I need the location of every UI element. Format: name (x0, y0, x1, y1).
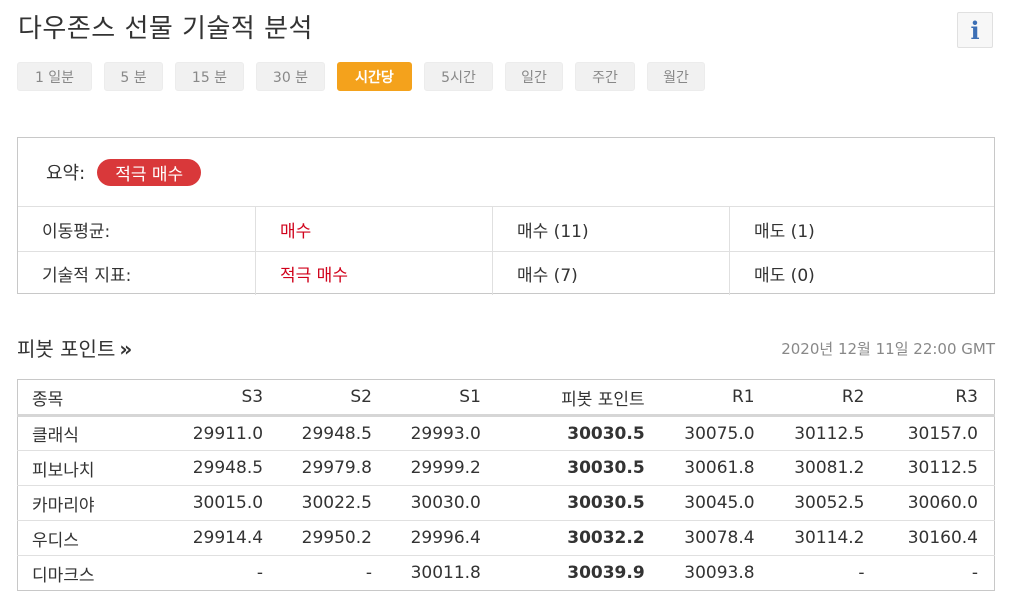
cell-s3: 29911.0 (165, 415, 280, 451)
cell-r1: 30093.8 (684, 563, 755, 583)
cell-s1: 30011.8 (410, 563, 481, 583)
table-row: 피보나치 29948.5 29979.8 29999.2 30030.5 300… (17, 450, 995, 486)
summary-box: 요약: 적극 매수 이동평균: 매수 매수 (11) 매도 (1) 기술적 지표… (17, 137, 995, 295)
summary-row-sell-count: 매도 (0) (729, 252, 994, 295)
col-header-s1: S1 (387, 379, 497, 417)
table-row: 카마리야 30015.0 30022.5 30030.0 30030.5 300… (17, 485, 995, 521)
cell-s2: - (365, 563, 372, 583)
tab-15-min[interactable]: 15 분 (175, 62, 244, 91)
cell-s1: 30030.0 (387, 485, 497, 521)
col-header-r3: R3 (880, 379, 995, 417)
pivot-points-title: 피봇 포인트 (17, 337, 116, 361)
col-header-r1: R1 (660, 379, 771, 417)
summary-row-signal: 매수 (255, 207, 492, 251)
page-title: 다우존스 선물 기술적 분석 (18, 14, 313, 44)
pivot-table: 종목 S3 S2 S1 피봇 포인트 R1 R2 R3 클래식 29911.0 … (17, 379, 995, 591)
cell-s2: 29948.5 (279, 415, 388, 451)
pivot-header-row: 종목 S3 S2 S1 피봇 포인트 R1 R2 R3 (17, 379, 995, 417)
cell-r3: 30160.4 (880, 520, 995, 556)
cell-s3: - (256, 563, 264, 583)
summary-row-technical-indicators: 기술적 지표: 적극 매수 매수 (7) 매도 (0) (18, 251, 994, 295)
summary-row-label: 이동평균: (42, 221, 111, 242)
summary-badge: 적극 매수 (97, 158, 202, 186)
cell-s2: 30022.5 (279, 485, 388, 521)
summary-label: 요약: (46, 163, 86, 184)
summary-row-signal: 적극 매수 (255, 252, 492, 295)
tab-hourly[interactable]: 시간당 (337, 62, 412, 91)
cell-pivot: 30032.2 (496, 520, 661, 556)
row-name: 디마크스 (32, 565, 95, 586)
cell-r1: 30078.4 (660, 520, 771, 556)
tab-monthly[interactable]: 월간 (647, 62, 705, 91)
row-name: 피보나치 (17, 450, 166, 486)
col-header-s3: S3 (165, 379, 280, 417)
col-header-s2: S2 (279, 379, 388, 417)
cell-r3: 30060.0 (880, 485, 995, 521)
cell-r3: - (971, 563, 978, 583)
table-row: 우디스 29914.4 29950.2 29996.4 30032.2 3007… (17, 520, 995, 556)
table-row: 디마크스 - - 30011.8 30039.9 30093.8 - - (18, 556, 995, 591)
table-row: 클래식 29911.0 29948.5 29993.0 30030.5 3007… (17, 415, 995, 451)
timeframe-tabs: 1 일분 5 분 15 분 30 분 시간당 5시간 일간 주간 월간 (17, 62, 717, 91)
tab-5-hour[interactable]: 5시간 (424, 62, 493, 91)
tab-1-min[interactable]: 1 일분 (17, 62, 92, 91)
cell-s3: 30015.0 (165, 485, 280, 521)
cell-r2: 30052.5 (770, 485, 881, 521)
col-header-pivot: 피봇 포인트 (496, 379, 661, 417)
pivot-points-link[interactable]: 피봇 포인트» (17, 333, 132, 362)
info-icon: i (970, 15, 980, 45)
cell-s1: 29999.2 (387, 450, 497, 486)
row-name: 클래식 (17, 415, 166, 451)
pivot-timestamp: 2020년 12월 11일 22:00 GMT (781, 340, 995, 358)
cell-r1: 30061.8 (660, 450, 771, 486)
cell-r1: 30075.0 (660, 415, 771, 451)
cell-pivot: 30030.5 (496, 485, 661, 521)
tab-weekly[interactable]: 주간 (575, 62, 635, 91)
cell-s3: 29914.4 (165, 520, 280, 556)
cell-s2: 29950.2 (279, 520, 388, 556)
cell-pivot: 30039.9 (567, 563, 645, 583)
col-header-name: 종목 (17, 379, 166, 417)
summary-row-buy-count: 매수 (11) (492, 207, 729, 251)
cell-s1: 29996.4 (387, 520, 497, 556)
cell-r3: 30112.5 (880, 450, 995, 486)
cell-pivot: 30030.5 (496, 415, 661, 451)
tab-daily[interactable]: 일간 (505, 62, 563, 91)
summary-header: 요약: 적극 매수 (18, 138, 994, 207)
tab-30-min[interactable]: 30 분 (256, 62, 325, 91)
tab-5-min[interactable]: 5 분 (104, 62, 163, 91)
row-name: 우디스 (17, 520, 166, 556)
summary-row-buy-count: 매수 (7) (492, 252, 729, 295)
cell-s2: 29979.8 (279, 450, 388, 486)
cell-s3: 29948.5 (165, 450, 280, 486)
cell-r2: 30081.2 (770, 450, 881, 486)
cell-r1: 30045.0 (660, 485, 771, 521)
col-header-r2: R2 (770, 379, 881, 417)
cell-r2: 30112.5 (770, 415, 881, 451)
chevron-right-icon: » (119, 337, 133, 361)
cell-r3: 30157.0 (880, 415, 995, 451)
cell-pivot: 30030.5 (496, 450, 661, 486)
info-button[interactable]: i (957, 12, 993, 48)
summary-row-sell-count: 매도 (1) (729, 207, 994, 251)
row-name: 카마리야 (17, 485, 166, 521)
summary-row-label: 기술적 지표: (42, 266, 132, 286)
summary-row-moving-averages: 이동평균: 매수 매수 (11) 매도 (1) (18, 207, 994, 251)
cell-s1: 29993.0 (387, 415, 497, 451)
cell-r2: 30114.2 (770, 520, 881, 556)
cell-r2: - (858, 563, 865, 583)
